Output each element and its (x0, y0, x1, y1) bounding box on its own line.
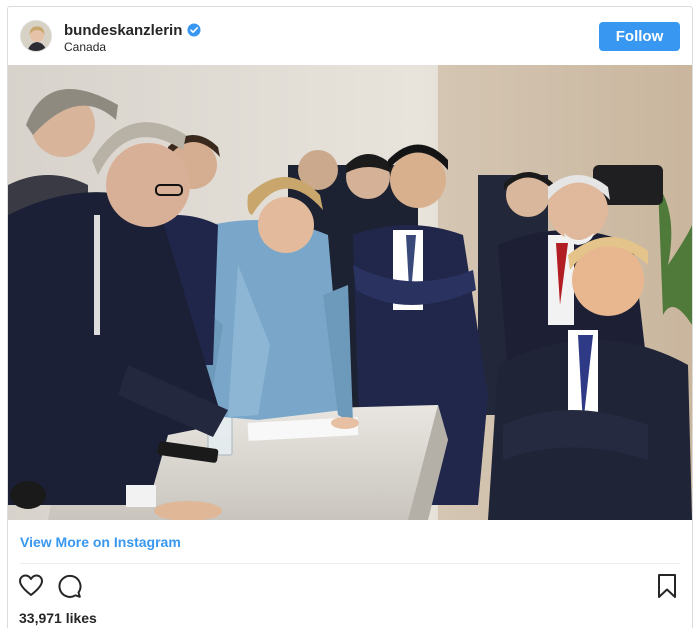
divider (20, 563, 680, 564)
post-header: bundeskanzlerin Canada Follow (8, 7, 692, 65)
username-text[interactable]: bundeskanzlerin (64, 22, 182, 39)
view-more-link[interactable]: View More on Instagram (20, 534, 181, 550)
post-photo[interactable] (8, 65, 692, 520)
bookmark-icon[interactable] (656, 573, 678, 599)
likes-count[interactable]: 33,971 likes (19, 610, 97, 626)
comment-icon[interactable] (56, 573, 82, 599)
avatar[interactable] (20, 20, 52, 52)
verified-badge-icon (187, 23, 201, 37)
instagram-embed-card: bundeskanzlerin Canada Follow View More … (7, 6, 693, 628)
post-actions (8, 573, 692, 601)
heart-icon[interactable] (18, 573, 44, 599)
follow-button[interactable]: Follow (599, 22, 680, 51)
username[interactable]: bundeskanzlerin (64, 21, 201, 39)
post-location[interactable]: Canada (64, 40, 106, 54)
